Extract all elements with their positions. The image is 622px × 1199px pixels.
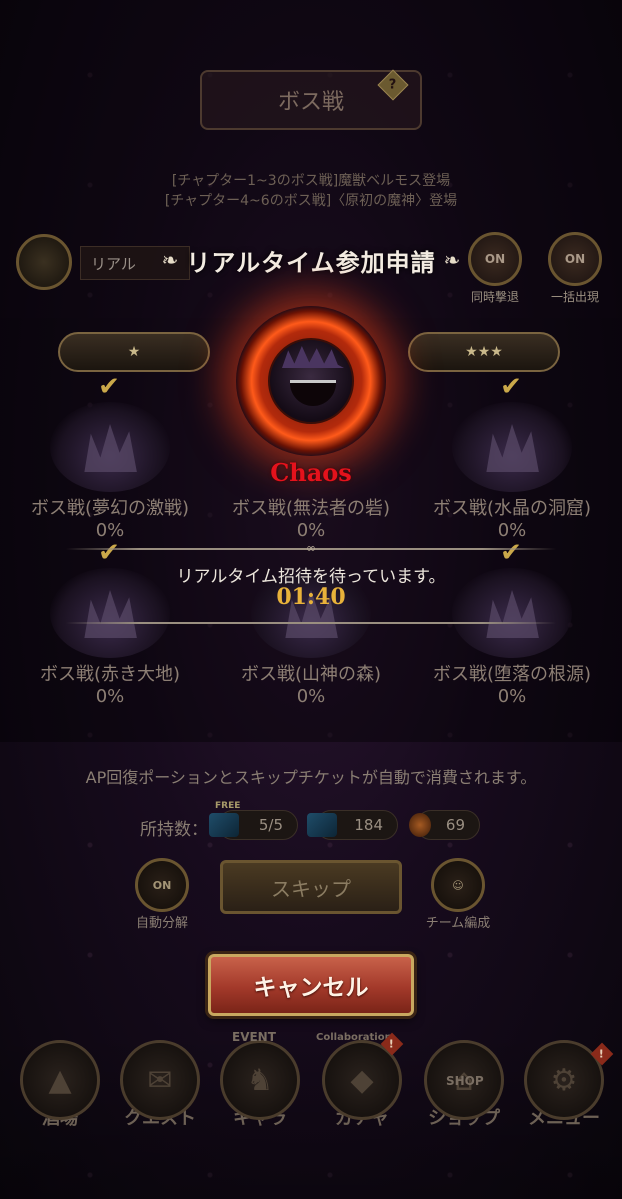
free-ticket-count: FREE 5/5 xyxy=(209,801,298,840)
ticket-count: 184 xyxy=(307,810,398,840)
alert-mark: ! xyxy=(389,1037,395,1051)
free-tag: FREE xyxy=(215,801,241,811)
alert-mark: ! xyxy=(599,1047,605,1061)
divider-bottom xyxy=(66,622,556,624)
simultaneous-retreat-label: 同時撃退 xyxy=(470,290,519,304)
boss-name: Chaos xyxy=(270,458,352,487)
chapter-info-line-2: [チャプター4~6のボス戦]〈原初の魔神〉登場 xyxy=(164,193,458,209)
chapter-info-line-1: [チャプター1~3のボス戦]魔獣ベルモス登場 xyxy=(171,173,451,189)
difficulty-tab-3[interactable]: ★★★ xyxy=(408,332,560,372)
bulk-appear-icon: ON xyxy=(548,232,602,286)
realtime-mode-icon[interactable] xyxy=(16,234,72,290)
page-title: ボス戦 xyxy=(277,90,344,115)
nav-tavern[interactable]: ▲ 酒場 xyxy=(8,1040,112,1130)
ap-potion-icon xyxy=(409,813,431,837)
check-icon: ✔ xyxy=(500,372,522,402)
stage-name: ボス戦(堕落の根源) xyxy=(432,664,592,685)
countdown-timer: 01:40 xyxy=(276,584,346,610)
stage-progress: 0% xyxy=(95,520,125,541)
tavern-icon: ▲ xyxy=(48,1062,72,1098)
potion-value: 69 xyxy=(445,816,465,834)
shop-tag: SHOP xyxy=(446,1074,484,1088)
team-formation-button[interactable]: ☺ チーム編成 xyxy=(408,858,508,931)
boss-portrait-icon xyxy=(268,338,354,424)
collaboration-tag: Collaboration xyxy=(316,1032,392,1043)
stage-name: ボス戦(山神の森) xyxy=(240,664,382,685)
potion-count: 69 xyxy=(409,810,480,840)
cancel-button[interactable]: キャンセル xyxy=(208,954,414,1016)
stage-progress: 0% xyxy=(497,520,527,541)
boss-battle-screen: ボス戦 ? [チャプター1~3のボス戦]魔獣ベルモス登場 [チャプター4~6のボ… xyxy=(0,0,622,1199)
free-ticket-value: 5/5 xyxy=(258,816,283,834)
popup-title: リアルタイム参加申請 xyxy=(186,248,436,277)
team-formation-label: チーム編成 xyxy=(425,916,491,931)
gacha-crystal-icon: ◆ xyxy=(350,1062,374,1098)
popup-title-banner: ❧ リアルタイム参加申請 ❧ xyxy=(120,238,502,282)
check-icon: ✔ xyxy=(98,372,120,402)
auto-disassemble-toggle[interactable]: ON 自動分解 xyxy=(112,858,212,931)
stage-progress: 0% xyxy=(296,520,326,541)
stage-progress: 0% xyxy=(497,686,527,707)
skip-button[interactable]: スキップ xyxy=(220,860,402,914)
auto-disassemble-label: 自動分解 xyxy=(135,916,188,931)
ticket-value: 184 xyxy=(354,816,383,834)
owned-label: 所持数： xyxy=(140,820,208,840)
help-badge-label: ? xyxy=(389,77,397,93)
stage-name: ボス戦(水晶の洞窟) xyxy=(432,498,592,519)
ornament-icon: ∞ xyxy=(306,541,316,555)
auto-disassemble-icon: ON xyxy=(135,858,189,912)
nav-character[interactable]: ♞ キャラ xyxy=(208,1040,312,1130)
fleur-right-icon: ❧ xyxy=(443,248,461,272)
stage-name: ボス戦(赤き大地) xyxy=(39,664,181,685)
character-knight-icon: ♞ xyxy=(246,1062,274,1098)
fleur-left-icon: ❧ xyxy=(161,248,179,272)
consumption-notice: AP回復ポーションとスキップチケットが自動で消費されます。 xyxy=(85,768,537,787)
stage-name: ボス戦(無法者の砦) xyxy=(231,498,391,519)
team-formation-icon: ☺ xyxy=(431,858,485,912)
bulk-appear-label: 一括出現 xyxy=(550,290,599,304)
nav-quest[interactable]: ✉ クエスト xyxy=(108,1040,212,1130)
bulk-appear-toggle[interactable]: ON 一括出現 xyxy=(540,232,610,305)
stage-name: ボス戦(夢幻の激戦) xyxy=(30,498,190,519)
skip-ticket-icon xyxy=(307,813,337,837)
difficulty-tab-1[interactable]: ★ xyxy=(58,332,210,372)
quest-scroll-icon: ✉ xyxy=(147,1062,173,1098)
event-tag: EVENT xyxy=(232,1030,276,1044)
stage-progress: 0% xyxy=(296,686,326,707)
skip-ticket-icon xyxy=(209,813,239,837)
nav-gacha[interactable]: ◆ ガチャ xyxy=(310,1040,414,1130)
stage-progress: 0% xyxy=(95,686,125,707)
